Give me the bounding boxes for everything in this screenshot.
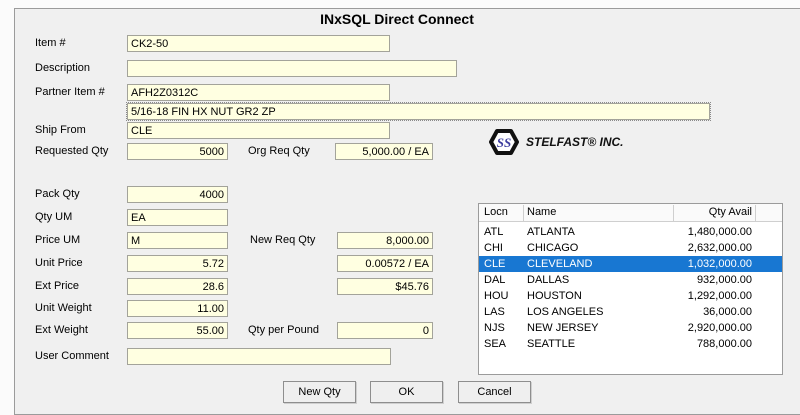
cell-locn: HOU bbox=[484, 288, 508, 304]
table-row-selected[interactable]: CLE CLEVELAND 1,032,000.00 bbox=[479, 256, 782, 272]
ext-price-total-field[interactable] bbox=[337, 278, 433, 295]
cell-locn: ATL bbox=[484, 224, 503, 240]
svg-text:SS: SS bbox=[497, 135, 511, 150]
cell-qty-avail: 2,920,000.00 bbox=[688, 320, 752, 336]
qty-per-pound-label: Qty per Pound bbox=[248, 322, 319, 339]
column-divider bbox=[755, 205, 756, 221]
price-um-label: Price UM bbox=[35, 232, 80, 249]
qty-per-pound-field[interactable] bbox=[337, 322, 433, 339]
column-divider bbox=[673, 205, 674, 221]
org-req-qty-label: Org Req Qty bbox=[248, 143, 310, 160]
cell-name: CLEVELAND bbox=[527, 256, 592, 272]
description-field[interactable] bbox=[127, 60, 457, 77]
item-description-field[interactable] bbox=[127, 103, 710, 120]
price-um-field[interactable] bbox=[127, 232, 228, 249]
description-label: Description bbox=[35, 60, 90, 77]
column-divider bbox=[523, 205, 524, 221]
cell-name: LOS ANGELES bbox=[527, 304, 603, 320]
cell-qty-avail: 36,000.00 bbox=[703, 304, 752, 320]
ext-price-field[interactable] bbox=[127, 278, 228, 295]
requested-qty-label: Requested Qty bbox=[35, 143, 108, 160]
user-comment-label: User Comment bbox=[35, 348, 109, 365]
table-header: Locn Name Qty Avail bbox=[479, 204, 782, 222]
column-header-locn[interactable]: Locn bbox=[484, 204, 508, 221]
ext-weight-label: Ext Weight bbox=[35, 322, 88, 339]
pack-qty-label: Pack Qty bbox=[35, 186, 80, 203]
cell-name: ATLANTA bbox=[527, 224, 575, 240]
new-qty-button[interactable]: New Qty bbox=[283, 381, 356, 403]
unit-price-per-ea-field[interactable] bbox=[337, 255, 433, 272]
cell-qty-avail: 2,632,000.00 bbox=[688, 240, 752, 256]
cell-name: DALLAS bbox=[527, 272, 569, 288]
cell-qty-avail: 932,000.00 bbox=[697, 272, 752, 288]
ext-price-label: Ext Price bbox=[35, 278, 79, 295]
qty-um-label: Qty UM bbox=[35, 209, 72, 226]
column-header-name[interactable]: Name bbox=[527, 204, 556, 221]
org-req-qty-field[interactable] bbox=[335, 143, 433, 160]
cell-locn: SEA bbox=[484, 336, 506, 352]
page-title: INxSQL Direct Connect bbox=[0, 11, 794, 27]
cell-qty-avail: 788,000.00 bbox=[697, 336, 752, 352]
cell-locn: LAS bbox=[484, 304, 505, 320]
table-row[interactable]: CHI CHICAGO 2,632,000.00 bbox=[479, 240, 782, 256]
requested-qty-field[interactable] bbox=[127, 143, 228, 160]
table-row[interactable]: LAS LOS ANGELES 36,000.00 bbox=[479, 304, 782, 320]
unit-price-label: Unit Price bbox=[35, 255, 83, 272]
partner-item-label: Partner Item # bbox=[35, 84, 105, 101]
qty-um-field[interactable] bbox=[127, 209, 228, 226]
pack-qty-field[interactable] bbox=[127, 186, 228, 203]
cell-locn: DAL bbox=[484, 272, 505, 288]
table-row[interactable]: ATL ATLANTA 1,480,000.00 bbox=[479, 224, 782, 240]
user-comment-field[interactable] bbox=[127, 348, 391, 365]
table-row[interactable]: NJS NEW JERSEY 2,920,000.00 bbox=[479, 320, 782, 336]
unit-weight-label: Unit Weight bbox=[35, 300, 92, 317]
unit-price-field[interactable] bbox=[127, 255, 228, 272]
ok-button[interactable]: OK bbox=[370, 381, 443, 403]
ship-from-field[interactable] bbox=[127, 122, 390, 139]
cell-name: CHICAGO bbox=[527, 240, 578, 256]
item-number-field[interactable] bbox=[127, 35, 390, 52]
column-header-qty-avail[interactable]: Qty Avail bbox=[709, 204, 752, 221]
cell-locn: CLE bbox=[484, 256, 505, 272]
item-number-label: Item # bbox=[35, 35, 66, 52]
cancel-button[interactable]: Cancel bbox=[458, 381, 531, 403]
ext-weight-field[interactable] bbox=[127, 322, 228, 339]
new-req-qty-label: New Req Qty bbox=[250, 232, 315, 249]
warehouse-availability-table[interactable]: Locn Name Qty Avail ATL ATLANTA 1,480,00… bbox=[478, 203, 783, 375]
cell-locn: CHI bbox=[484, 240, 503, 256]
stelfast-hexagon-icon: SS bbox=[489, 127, 519, 157]
cell-qty-avail: 1,032,000.00 bbox=[688, 256, 752, 272]
ship-from-label: Ship From bbox=[35, 122, 86, 139]
cell-name: NEW JERSEY bbox=[527, 320, 599, 336]
partner-item-field[interactable] bbox=[127, 84, 390, 101]
new-req-qty-field[interactable] bbox=[337, 232, 433, 249]
table-row[interactable]: DAL DALLAS 932,000.00 bbox=[479, 272, 782, 288]
cell-qty-avail: 1,292,000.00 bbox=[688, 288, 752, 304]
unit-weight-field[interactable] bbox=[127, 300, 228, 317]
table-row[interactable]: HOU HOUSTON 1,292,000.00 bbox=[479, 288, 782, 304]
table-row[interactable]: SEA SEATTLE 788,000.00 bbox=[479, 336, 782, 352]
cell-name: HOUSTON bbox=[527, 288, 582, 304]
cell-qty-avail: 1,480,000.00 bbox=[688, 224, 752, 240]
cell-locn: NJS bbox=[484, 320, 505, 336]
stelfast-logo: SS STELFAST® INC. bbox=[489, 127, 624, 157]
cell-name: SEATTLE bbox=[527, 336, 575, 352]
stelfast-logo-text: STELFAST® INC. bbox=[526, 135, 624, 149]
